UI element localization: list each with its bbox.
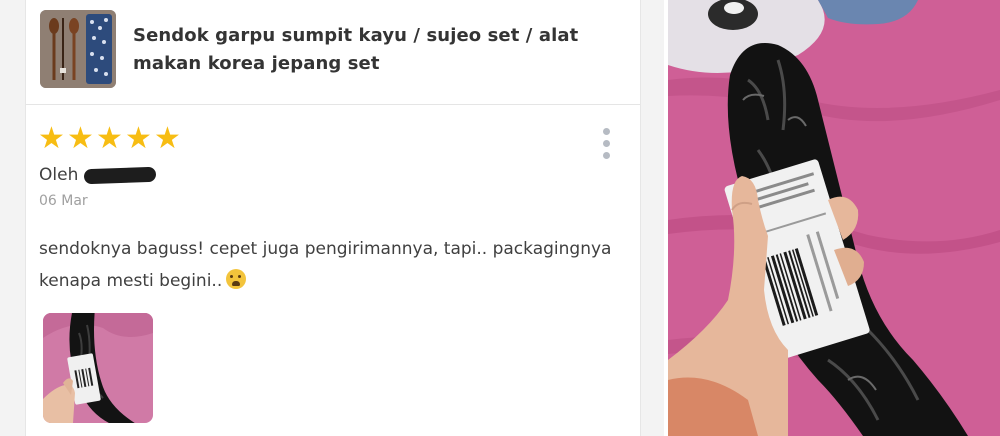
- review-text: sendoknya baguss! cepet juga pengirimann…: [39, 239, 612, 291]
- product-thumbnail[interactable]: [40, 10, 116, 88]
- rating-stars: ★ ★ ★ ★ ★: [38, 121, 181, 156]
- product-header[interactable]: Sendok garpu sumpit kayu / sujeo set / a…: [26, 0, 640, 105]
- review-card: Sendok garpu sumpit kayu / sujeo set / a…: [25, 0, 641, 436]
- star-icon: ★: [154, 121, 181, 156]
- package-photo-thumbnail: [43, 313, 153, 423]
- package-photo: [668, 0, 1000, 436]
- star-icon: ★: [125, 121, 152, 156]
- star-icon: ★: [96, 121, 123, 156]
- wrapped-package-photo: [668, 0, 1000, 436]
- crying-face-emoji-icon: [226, 269, 247, 289]
- review-author: Oleh: [39, 165, 157, 185]
- review-text-container: sendoknya baguss! cepet juga pengirimann…: [39, 233, 634, 297]
- star-icon: ★: [38, 121, 65, 156]
- chopsticks-spoon-set-thumbnail-icon: [40, 10, 116, 88]
- author-prefix: Oleh: [39, 165, 79, 185]
- product-title[interactable]: Sendok garpu sumpit kayu / sujeo set / a…: [133, 22, 628, 78]
- review-photo-thumbnail[interactable]: [43, 313, 153, 423]
- redacted-author-name: [84, 166, 157, 184]
- review-date: 06 Mar: [39, 193, 88, 209]
- star-icon: ★: [67, 121, 94, 156]
- kebab-menu-icon[interactable]: [600, 128, 614, 164]
